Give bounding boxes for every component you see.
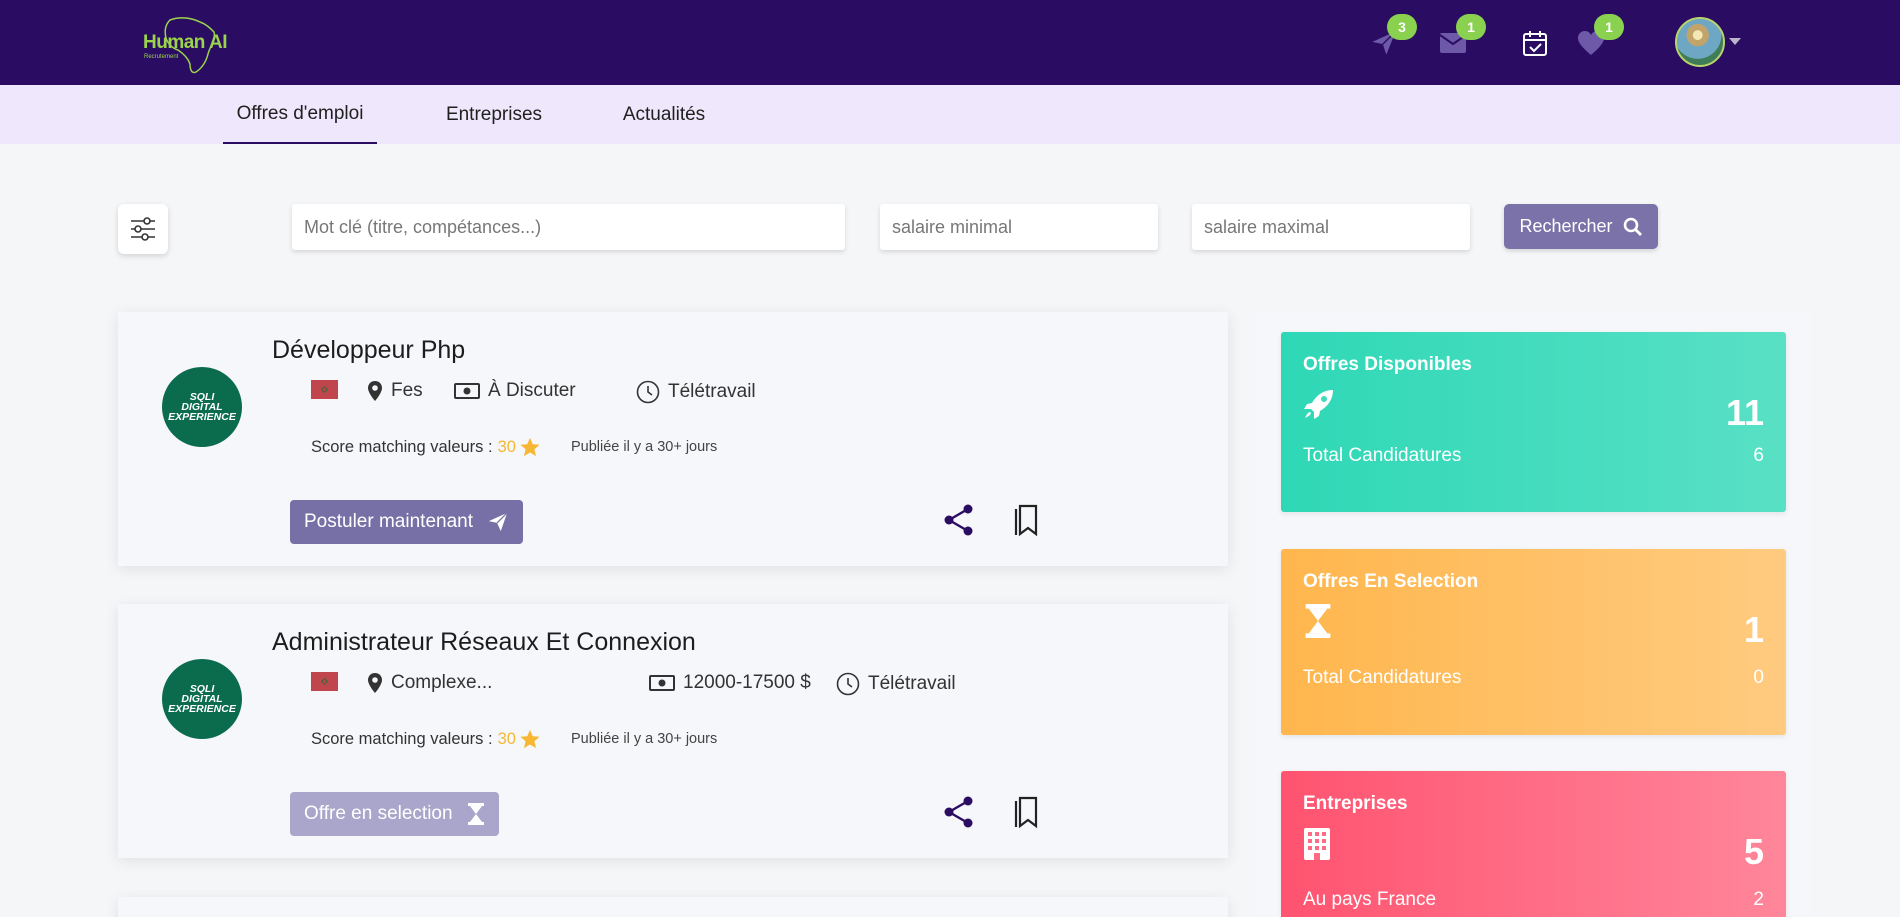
score-value: 30 bbox=[497, 437, 516, 456]
job-salary-text: 12000-17500 $ bbox=[683, 672, 811, 693]
share-icon[interactable] bbox=[942, 795, 976, 829]
mail-badge: 1 bbox=[1456, 14, 1486, 40]
sliders-icon bbox=[131, 217, 155, 241]
money-icon bbox=[649, 675, 675, 691]
job-salary: 12000-17500 $ bbox=[649, 672, 811, 694]
stat-card-available-offers: Offres Disponibles 11 Total Candidatures… bbox=[1281, 332, 1786, 512]
company-logo[interactable]: SQLI DIGITAL EXPERIENCE bbox=[162, 659, 242, 739]
bookmark-icon[interactable] bbox=[1012, 503, 1042, 537]
job-work-mode-text: Télétravail bbox=[668, 381, 756, 402]
heart-icon[interactable]: 1 bbox=[1574, 14, 1624, 60]
job-title[interactable]: Développeur Php bbox=[272, 336, 465, 365]
keyword-search-input[interactable] bbox=[292, 204, 845, 250]
search-button-label: Rechercher bbox=[1519, 216, 1613, 236]
brand-tagline: Recrutement bbox=[144, 54, 179, 60]
score-value: 30 bbox=[497, 729, 516, 748]
job-salary: À Discuter bbox=[454, 380, 576, 402]
favorites-badge: 1 bbox=[1594, 14, 1624, 40]
stat-count: 1 bbox=[1743, 609, 1764, 650]
company-logo[interactable]: SQLI DIGITAL EXPERIENCE bbox=[162, 367, 242, 447]
job-title[interactable]: Administrateur Réseaux Et Connexion bbox=[272, 628, 696, 657]
hourglass-icon bbox=[1305, 604, 1331, 638]
morocco-flag-icon bbox=[311, 672, 338, 691]
clock-icon bbox=[836, 672, 860, 696]
map-pin-icon bbox=[368, 381, 382, 401]
job-card bbox=[118, 897, 1228, 917]
building-icon bbox=[1304, 828, 1330, 860]
top-navbar: Human AI Recrutement 3 1 1 bbox=[0, 0, 1900, 85]
apply-now-button[interactable]: Postuler maintenant bbox=[290, 500, 523, 544]
job-work-mode: Télétravail bbox=[636, 380, 756, 404]
map-pin-icon bbox=[368, 673, 382, 693]
stat-sub-value: 2 bbox=[1753, 889, 1764, 910]
send-icon[interactable]: 3 bbox=[1367, 14, 1417, 60]
stat-card-companies: Entreprises 5 Au pays France 2 bbox=[1281, 771, 1786, 917]
stat-sub-value: 0 bbox=[1753, 667, 1764, 688]
stat-count: 5 bbox=[1743, 831, 1764, 872]
stat-card-offers-in-selection: Offres En Selection 1 Total Candidatures… bbox=[1281, 549, 1786, 735]
bookmark-icon[interactable] bbox=[1012, 795, 1042, 829]
stat-count: 11 bbox=[1725, 392, 1764, 433]
paper-plane-icon bbox=[488, 512, 508, 532]
apply-button-label: Postuler maintenant bbox=[304, 511, 473, 532]
job-card: SQLI DIGITAL EXPERIENCE Développeur Php … bbox=[118, 312, 1228, 566]
job-location: Fes bbox=[367, 380, 423, 402]
score-label: Score matching valeurs : bbox=[311, 729, 493, 748]
job-location-text: Complexe... bbox=[391, 672, 493, 693]
tab-job-offers[interactable]: Offres d'emploi bbox=[223, 85, 377, 144]
stat-sub-label: Total Candidatures bbox=[1303, 445, 1462, 466]
job-work-mode-text: Télétravail bbox=[868, 673, 956, 694]
user-avatar[interactable] bbox=[1675, 17, 1725, 67]
in-selection-button[interactable]: Offre en selection bbox=[290, 792, 499, 836]
selection-button-label: Offre en selection bbox=[304, 803, 453, 824]
stat-sub-value: 6 bbox=[1753, 445, 1764, 466]
published-date: Publiée il y a 30+ jours bbox=[570, 731, 718, 747]
brand-name: Human AI bbox=[143, 32, 227, 53]
brand-logo[interactable]: Human AI Recrutement bbox=[140, 14, 240, 74]
money-icon bbox=[454, 383, 480, 399]
rocket-icon bbox=[1304, 390, 1333, 419]
star-icon bbox=[520, 729, 540, 749]
job-work-mode: Télétravail bbox=[836, 672, 956, 696]
min-salary-input[interactable] bbox=[880, 204, 1158, 250]
stat-sub-label: Total Candidatures bbox=[1303, 667, 1462, 688]
job-salary-text: À Discuter bbox=[488, 380, 576, 401]
job-card: SQLI DIGITAL EXPERIENCE Administrateur R… bbox=[118, 604, 1228, 858]
tab-news[interactable]: Actualités bbox=[612, 85, 716, 144]
send-badge: 3 bbox=[1387, 14, 1417, 40]
tab-companies[interactable]: Entreprises bbox=[436, 85, 552, 144]
star-icon bbox=[520, 437, 540, 457]
section-tabs: Offres d'emploi Entreprises Actualités bbox=[0, 85, 1900, 144]
share-icon[interactable] bbox=[942, 503, 976, 537]
chevron-down-icon[interactable] bbox=[1729, 38, 1741, 45]
matching-score: Score matching valeurs : 30 Publiée il y… bbox=[311, 728, 717, 750]
max-salary-input[interactable] bbox=[1192, 204, 1470, 250]
job-location: Complexe... bbox=[367, 672, 492, 694]
stat-title: Offres En Selection bbox=[1303, 571, 1479, 592]
calendar-check-icon[interactable] bbox=[1518, 26, 1552, 60]
mail-icon[interactable]: 1 bbox=[1436, 14, 1486, 60]
matching-score: Score matching valeurs : 30 Publiée il y… bbox=[311, 436, 717, 458]
morocco-flag-icon bbox=[311, 380, 338, 399]
job-location-text: Fes bbox=[391, 380, 423, 401]
stat-sub-label: Au pays France bbox=[1303, 889, 1437, 910]
company-logo-line: EXPERIENCE bbox=[168, 703, 236, 715]
stat-title: Entreprises bbox=[1303, 793, 1408, 814]
score-label: Score matching valeurs : bbox=[311, 437, 493, 456]
stat-title: Offres Disponibles bbox=[1303, 354, 1472, 375]
published-date: Publiée il y a 30+ jours bbox=[570, 439, 718, 455]
filters-button[interactable] bbox=[118, 204, 168, 254]
clock-icon bbox=[636, 380, 660, 404]
hourglass-icon bbox=[467, 803, 484, 825]
search-button[interactable]: Rechercher bbox=[1504, 204, 1658, 249]
company-logo-line: EXPERIENCE bbox=[168, 411, 236, 423]
search-icon bbox=[1623, 217, 1642, 236]
